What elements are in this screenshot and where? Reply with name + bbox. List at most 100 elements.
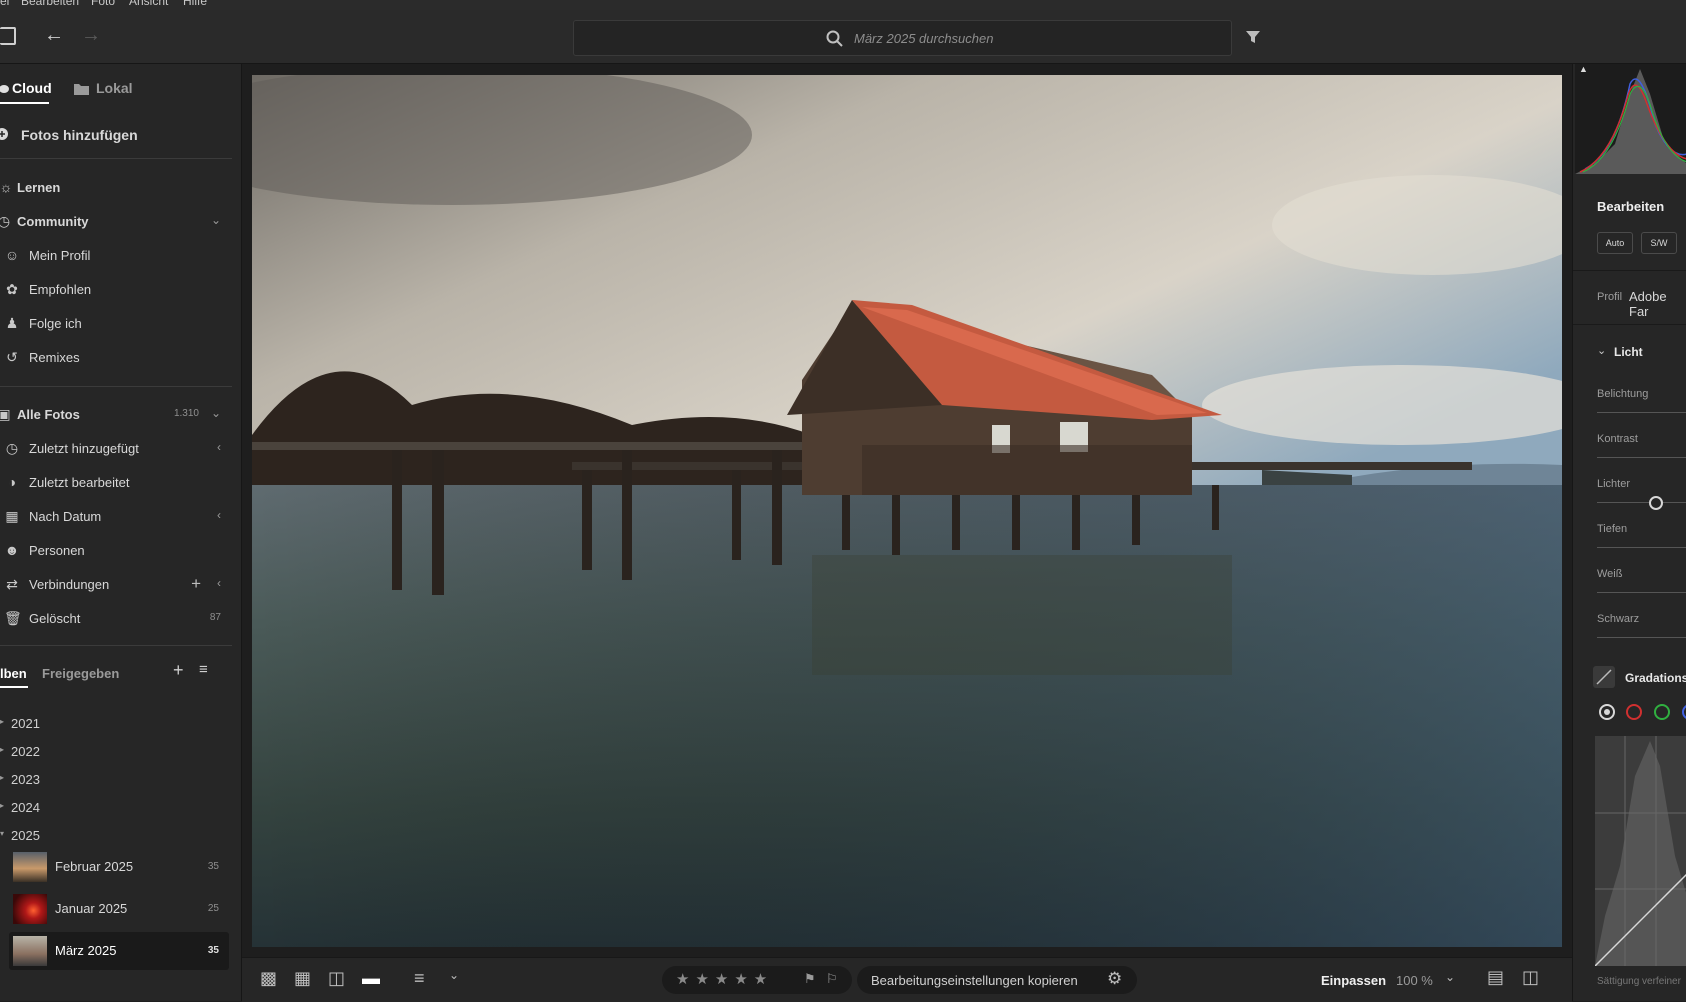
sidebar-item-people[interactable]: ☻ Personen (0, 535, 241, 565)
chevron-down-icon[interactable]: ⌄ (211, 213, 221, 227)
sidebar-item-deleted[interactable]: 🗑 Gelöscht 87 (0, 603, 241, 633)
year-label: 2021 (11, 716, 40, 731)
remix-icon: ↺ (6, 349, 18, 365)
album-folder-2022[interactable]: ▸ 2022 (0, 740, 220, 764)
chevron-right-icon: ▸ (0, 745, 5, 754)
chevron-left-icon[interactable]: ‹ (217, 440, 221, 454)
curve-icon[interactable] (1593, 666, 1615, 688)
tab-local[interactable]: Lokal (74, 74, 144, 104)
tab-local-label: Lokal (96, 80, 133, 96)
curve-section-title[interactable]: Gradations (1625, 671, 1686, 685)
chevron-left-icon[interactable]: ‹ (217, 576, 221, 590)
pick-flag-icon[interactable]: ⚑ (804, 971, 816, 987)
detail-view-icon[interactable]: ▬ (362, 968, 380, 989)
chevron-left-icon[interactable]: ‹ (217, 508, 221, 522)
grid-icon[interactable]: ▦ (294, 968, 311, 989)
chevron-down-icon[interactable]: ⌄ (449, 968, 459, 982)
slider-whites[interactable] (1597, 592, 1686, 593)
sidebar-item-label: Zuletzt bearbeitet (29, 475, 130, 490)
community-label: Community (17, 214, 89, 229)
bw-button[interactable]: S/W (1641, 232, 1677, 254)
chevron-down-icon[interactable]: ⌄ (211, 406, 221, 420)
search-input[interactable]: März 2025 durchsuchen (573, 20, 1232, 56)
album-folder-2023[interactable]: ▸ 2023 (0, 768, 220, 792)
zoom-level[interactable]: 100 % (1396, 973, 1433, 988)
sidebar-item-recently-added[interactable]: ◷ Zuletzt hinzugefügt ‹ (0, 433, 241, 463)
reject-flag-icon[interactable]: ⚐ (826, 971, 838, 987)
sidebar-item-by-date[interactable]: ▦ Nach Datum ‹ (0, 501, 241, 531)
album-count: 25 (207, 903, 219, 914)
sidebar-item-label: Verbindungen (29, 577, 110, 592)
sidebar-item-label: Mein Profil (29, 248, 91, 263)
album-item[interactable]: Januar 2025 25 (9, 890, 229, 928)
back-arrow-icon[interactable]: ← (44, 25, 64, 45)
chevron-right-icon: ▸ (0, 801, 5, 810)
slider-label-whites: Weiß (1597, 568, 1623, 580)
add-photos-button[interactable]: Fotos hinzufügen (0, 119, 241, 149)
album-item[interactable]: Februar 2025 35 (9, 848, 229, 886)
sidebar-item-connections[interactable]: ⇄ Verbindungen + ‹ (0, 569, 241, 599)
gear-icon[interactable]: ⚙ (1107, 969, 1122, 989)
curve-channel-blue[interactable] (1682, 704, 1686, 720)
panel-toggle-icon[interactable] (0, 27, 16, 45)
album-folder-2021[interactable]: ▸ 2021 (0, 712, 220, 736)
tone-curve-graph[interactable] (1594, 736, 1686, 967)
user-follow-icon: ♟ (5, 315, 19, 331)
add-circle-icon (0, 128, 8, 140)
search-icon (826, 30, 843, 47)
add-icon[interactable]: + (191, 574, 201, 594)
star-rating[interactable]: ★★★★★ (676, 970, 773, 988)
slider-label-shadows: Tiefen (1597, 523, 1628, 535)
auto-button[interactable]: Auto (1597, 232, 1633, 254)
sidebar-item-profile[interactable]: ☺ Mein Profil (0, 240, 241, 270)
sidebar-item-learn[interactable]: ☼ Lernen (0, 172, 241, 202)
curve-channel-green[interactable] (1654, 704, 1670, 720)
sidebar-item-featured[interactable]: ✿ Empfohlen (0, 274, 241, 304)
sidebar-item-all-photos[interactable]: ▣ Alle Fotos 1.310 ⌄ (0, 399, 241, 429)
forward-arrow-icon[interactable]: → (81, 25, 101, 45)
sidebar-item-following[interactable]: ♟ Folge ich (0, 308, 241, 338)
sort-icon[interactable]: ≡ (199, 661, 208, 678)
slider-blacks[interactable] (1597, 637, 1686, 638)
menu-item-view[interactable]: Ansicht (129, 0, 168, 8)
main-photo[interactable] (152, 65, 1602, 947)
album-folder-2024[interactable]: ▸ 2024 (0, 796, 220, 820)
album-item-selected[interactable]: März 2025 35 (9, 932, 229, 970)
fit-button[interactable]: Einpassen (1321, 973, 1386, 988)
curve-channel-red[interactable] (1626, 704, 1642, 720)
sidebar-item-community[interactable]: ◷ Community ⌄ (0, 206, 241, 236)
tab-shared[interactable]: Freigegeben (42, 666, 119, 681)
slider-label-contrast: Kontrast (1597, 433, 1638, 445)
slider-exposure[interactable] (1597, 412, 1686, 413)
sidebar-item-remixes[interactable]: ↺ Remixes (0, 342, 241, 372)
slider-highlights[interactable] (1597, 502, 1686, 503)
copy-settings-button[interactable]: Bearbeitungseinstellungen kopieren ⚙ (857, 966, 1137, 994)
menu-item-help[interactable]: Hilfe (183, 0, 207, 8)
sidebar-item-label: Remixes (29, 350, 80, 365)
chevron-down-icon[interactable]: ⌄ (1597, 344, 1606, 357)
filmstrip-icon[interactable]: ▤ (1487, 967, 1504, 988)
before-after-icon[interactable]: ◫ (1522, 967, 1539, 988)
tab-cloud[interactable]: Cloud (0, 74, 52, 104)
profile-value[interactable]: Adobe Far (1629, 289, 1686, 319)
slider-handle[interactable] (1649, 496, 1663, 510)
slider-shadows[interactable] (1597, 547, 1686, 548)
album-folder-2025[interactable]: ▾ 2025 (0, 824, 220, 848)
compare-icon[interactable]: ◫ (328, 968, 345, 989)
filter-icon[interactable] (1245, 29, 1261, 45)
user-circle-icon: ☺ (4, 247, 20, 263)
menu-item[interactable]: el (0, 0, 9, 8)
grid-square-icon[interactable]: ▩ (260, 968, 277, 989)
sidebar-item-recently-edited[interactable]: ◑ Zuletzt bearbeitet (0, 467, 241, 497)
person-icon: ☻ (4, 542, 20, 558)
sidebar-item-label: Gelöscht (29, 611, 81, 626)
curve-channel-rgb[interactable] (1599, 704, 1615, 720)
slider-contrast[interactable] (1597, 457, 1686, 458)
add-album-icon[interactable]: + (173, 660, 184, 681)
menu-item-edit[interactable]: Bearbeiten (21, 0, 79, 8)
menu-item-photo[interactable]: Foto (91, 0, 115, 8)
light-section-title[interactable]: Licht (1614, 345, 1643, 359)
sort-lines-icon[interactable]: ≡ (414, 968, 425, 989)
chevron-down-icon[interactable]: ⌄ (1445, 970, 1455, 984)
tab-albums[interactable]: lben (0, 662, 30, 688)
